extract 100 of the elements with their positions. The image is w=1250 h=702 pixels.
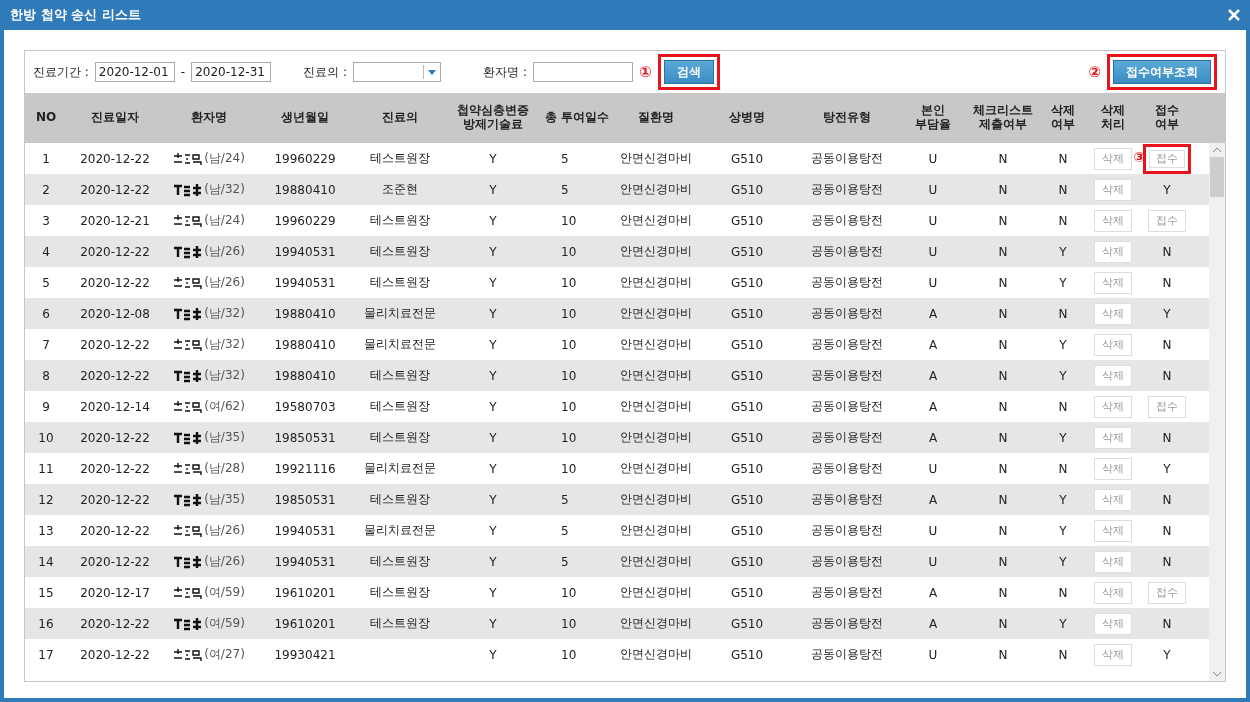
table-cell: 2020-12-22 xyxy=(80,244,150,259)
table-cell: G510 xyxy=(730,213,764,228)
table-cell: G510 xyxy=(730,461,764,476)
table-cell: 10 xyxy=(561,244,577,259)
table-row[interactable]: 6 2020-12-08 (남/32) 19880410 물리치료전문 Y 10 안면신경마비 G510 공동이용탕전 A N N 삭제 Y xyxy=(25,298,1209,329)
table-cell: 공동이용탕전 xyxy=(811,460,883,477)
column-header: NO xyxy=(34,109,58,127)
search-button[interactable]: 검색 xyxy=(663,60,714,84)
table-cell: 2020-12-22 xyxy=(80,182,150,197)
redacted-name-drawing xyxy=(173,150,204,167)
close-icon[interactable] xyxy=(1228,9,1240,21)
table-row[interactable]: 4 2020-12-22 (남/26) 19940531 테스트원장 Y 10 안면신경마비 G510 공동이용탕전 U N Y 삭제 N xyxy=(25,236,1209,267)
table-cell: 물리치료전문 xyxy=(364,460,436,477)
delete-button[interactable]: 삭제 xyxy=(1094,302,1132,325)
column-header: 접수 여부 xyxy=(1154,102,1180,133)
date-from-field[interactable]: 2020-12-01 xyxy=(94,62,175,82)
delete-button[interactable]: 삭제 xyxy=(1094,488,1132,511)
table-cell: G510 xyxy=(730,523,764,538)
receipt-button[interactable]: 접수 xyxy=(1148,581,1186,604)
table-cell: 13 xyxy=(38,523,54,538)
delete-button[interactable]: 삭제 xyxy=(1094,178,1132,201)
delete-button[interactable]: 삭제 xyxy=(1094,333,1132,356)
table-cell: 19940531 xyxy=(274,244,336,259)
date-to-field[interactable]: 2020-12-31 xyxy=(191,62,272,82)
table-cell: 10 xyxy=(561,306,577,321)
table-cell: 안면신경마비 xyxy=(620,212,692,229)
table-cell: 5 xyxy=(561,492,569,507)
receipt-button[interactable]: 접수 xyxy=(1148,395,1186,418)
table-cell: U xyxy=(928,554,938,569)
table-row[interactable]: 10 2020-12-22 (남/35) 19850531 테스트원장 Y 10 안면신경마비 G510 공동이용탕전 A N Y 삭제 N xyxy=(25,422,1209,453)
table-cell: 공동이용탕전 xyxy=(811,243,883,260)
table-cell: 4 xyxy=(42,244,50,259)
table-cell: N xyxy=(998,461,1008,476)
delete-button[interactable]: 삭제 xyxy=(1094,643,1132,666)
delete-button[interactable]: 삭제 xyxy=(1094,271,1132,294)
delete-button[interactable]: 삭제 xyxy=(1094,457,1132,480)
receipt-check-button[interactable]: 접수여부조회 xyxy=(1113,60,1211,84)
table-cell: 2020-12-21 xyxy=(80,213,150,228)
table-cell: N xyxy=(1058,461,1068,476)
receipt-button[interactable]: 접수 xyxy=(1143,143,1191,174)
table-cell: 5 xyxy=(561,523,569,538)
table-cell: 안면신경마비 xyxy=(620,584,692,601)
table-cell: 5 xyxy=(561,151,569,166)
table-cell: 19960229 xyxy=(274,213,336,228)
delete-button[interactable]: 삭제 xyxy=(1094,550,1132,573)
scrollbar[interactable] xyxy=(1209,143,1225,681)
table-cell: Y xyxy=(489,151,497,166)
delete-button[interactable]: 삭제 xyxy=(1094,240,1132,263)
delete-button[interactable]: 삭제 xyxy=(1094,147,1132,170)
table-cell: Y xyxy=(489,182,497,197)
column-header: 생년월일 xyxy=(280,109,330,127)
table-cell: 10 xyxy=(561,461,577,476)
table-cell: 8 xyxy=(42,368,50,383)
table-cell: 19610201 xyxy=(274,616,336,631)
table-cell: 19940531 xyxy=(274,275,336,290)
patient-info: (남/35) xyxy=(204,429,245,446)
delete-button[interactable]: 삭제 xyxy=(1094,395,1132,418)
column-header: 총 투여일수 xyxy=(543,109,611,127)
table-cell: N xyxy=(998,306,1008,321)
table-cell: A xyxy=(928,306,938,321)
table-cell: 2020-12-14 xyxy=(80,399,150,414)
delete-button[interactable]: 삭제 xyxy=(1094,581,1132,604)
patient-name-field[interactable] xyxy=(532,62,633,82)
delete-button[interactable]: 삭제 xyxy=(1094,519,1132,542)
scroll-thumb[interactable] xyxy=(1210,157,1224,197)
table-cell: 10 xyxy=(561,368,577,383)
annotation-number: ② xyxy=(1088,63,1101,81)
doctor-dropdown[interactable] xyxy=(353,62,442,82)
delete-button[interactable]: 삭제 xyxy=(1094,612,1132,635)
table-cell: A xyxy=(928,337,938,352)
table-row[interactable]: 2 2020-12-22 (남/32) 19880410 조준현 Y 5 안면신경마비 G510 공동이용탕전 U N N 삭제 Y xyxy=(25,174,1209,205)
delete-button[interactable]: 삭제 xyxy=(1094,209,1132,232)
receipt-button[interactable]: 접수 xyxy=(1148,209,1186,232)
table-cell: 5 xyxy=(561,554,569,569)
table-cell: 공동이용탕전 xyxy=(811,491,883,508)
redacted-name-drawing xyxy=(173,367,204,384)
table-cell: 테스트원장 xyxy=(370,491,430,508)
table-cell: 2020-12-22 xyxy=(80,647,150,662)
table-cell: 안면신경마비 xyxy=(620,553,692,570)
table-cell: 안면신경마비 xyxy=(620,150,692,167)
patient-info: (남/32) xyxy=(204,336,245,353)
table-cell: 안면신경마비 xyxy=(620,367,692,384)
column-header: 체크리스트 제출여부 xyxy=(972,102,1034,133)
table-cell: Y xyxy=(1059,554,1067,569)
delete-button[interactable]: 삭제 xyxy=(1094,364,1132,387)
table-cell: 5 xyxy=(42,275,50,290)
table-row[interactable]: 12 2020-12-22 (남/35) 19850531 테스트원장 Y 5 안면신경마비 G510 공동이용탕전 A N Y 삭제 N xyxy=(25,484,1209,515)
table-row[interactable]: 8 2020-12-22 (남/32) 19880410 테스트원장 Y 10 안면신경마비 G510 공동이용탕전 A N Y 삭제 N xyxy=(25,360,1209,391)
table-cell: 2020-12-22 xyxy=(80,523,150,538)
table-cell: U xyxy=(928,213,938,228)
table-row[interactable]: 16 2020-12-22 (여/59) 19610201 테스트원장 Y 10 안면신경마비 G510 공동이용탕전 A N Y 삭제 N xyxy=(25,608,1209,639)
delete-button[interactable]: 삭제 xyxy=(1094,426,1132,449)
table-cell: 2020-12-22 xyxy=(80,337,150,352)
redacted-name-drawing xyxy=(173,522,204,539)
table-cell: G510 xyxy=(730,275,764,290)
table-cell: G510 xyxy=(730,616,764,631)
column-header: 삭제 처리 xyxy=(1100,102,1126,133)
table-cell: 테스트원장 xyxy=(370,398,430,415)
table-row[interactable]: 14 2020-12-22 (남/26) 19940531 테스트원장 Y 5 안면신경마비 G510 공동이용탕전 U N Y 삭제 N xyxy=(25,546,1209,577)
table-cell: 테스트원장 xyxy=(370,429,430,446)
